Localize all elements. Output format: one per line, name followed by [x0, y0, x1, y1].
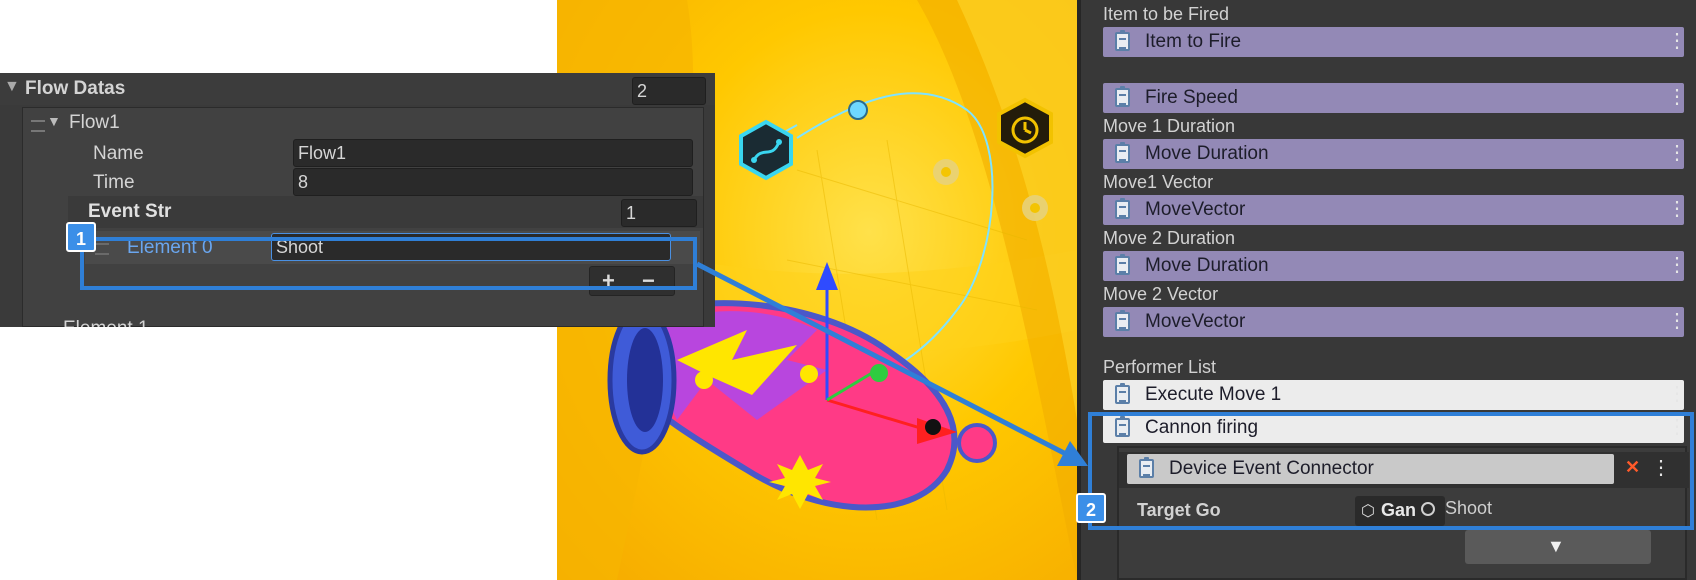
callout-arrow [695, 261, 1088, 466]
